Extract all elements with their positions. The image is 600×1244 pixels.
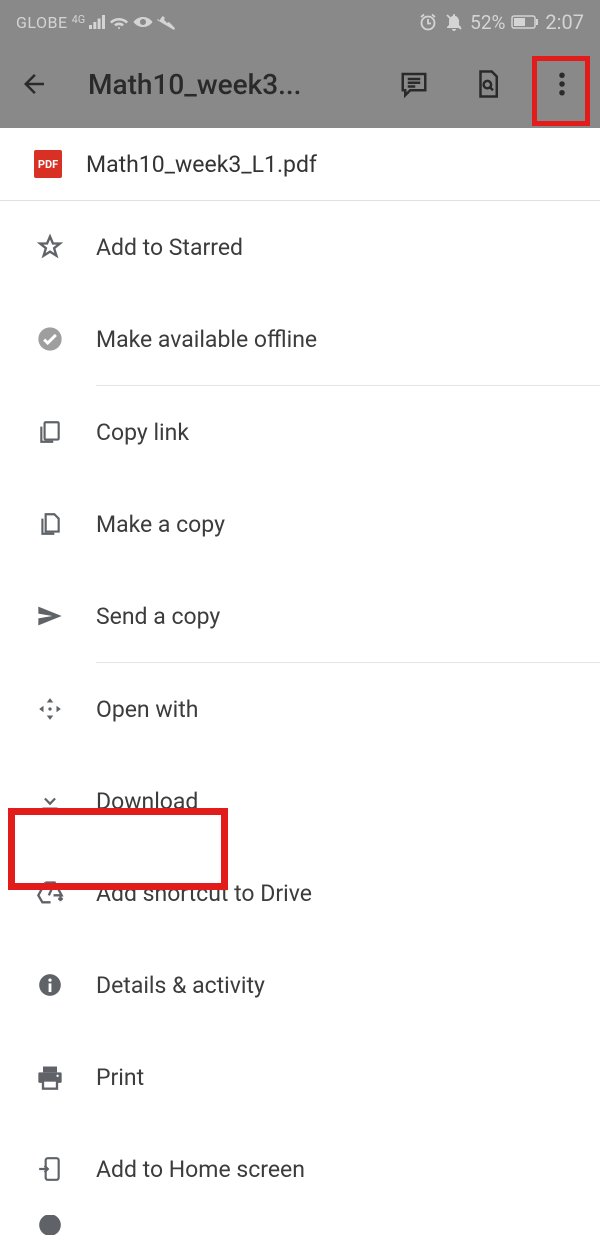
info-icon bbox=[34, 972, 66, 998]
signal-icon bbox=[89, 15, 105, 29]
find-button[interactable] bbox=[466, 62, 510, 106]
annotation-more-highlight bbox=[532, 56, 590, 126]
make-copy-icon bbox=[34, 511, 66, 537]
dimmed-background: GLOBE 4G 52% bbox=[0, 0, 600, 128]
menu-item-openwith[interactable]: Open with bbox=[0, 663, 600, 755]
menu-label: Make available offline bbox=[96, 326, 317, 353]
app-bar: Math10_week3... bbox=[0, 40, 600, 128]
menu-item-makecopy[interactable]: Make a copy bbox=[0, 478, 600, 570]
send-icon bbox=[34, 604, 66, 628]
network-type: 4G bbox=[72, 13, 86, 26]
menu-item-print[interactable]: Print bbox=[0, 1031, 600, 1123]
add-homescreen-icon bbox=[34, 1156, 66, 1182]
open-with-icon bbox=[34, 696, 66, 722]
generic-icon bbox=[34, 1215, 66, 1235]
options-menu: PDF Math10_week3_L1.pdf Add to Starred M… bbox=[0, 128, 600, 1235]
menu-item-homescreen[interactable]: Add to Home screen bbox=[0, 1123, 600, 1215]
offline-icon bbox=[34, 325, 66, 353]
appbar-title: Math10_week3... bbox=[88, 68, 384, 101]
status-bar: GLOBE 4G 52% bbox=[0, 0, 600, 40]
comments-button[interactable] bbox=[392, 62, 436, 106]
alarm-icon bbox=[418, 12, 438, 32]
back-button[interactable] bbox=[10, 62, 58, 106]
file-name: Math10_week3_L1.pdf bbox=[86, 151, 317, 178]
file-header: PDF Math10_week3_L1.pdf bbox=[0, 128, 600, 200]
star-icon bbox=[34, 233, 66, 261]
menu-label: Send a copy bbox=[96, 603, 220, 630]
menu-label: Details & activity bbox=[96, 972, 265, 999]
battery-percent: 52% bbox=[470, 11, 505, 34]
menu-item-copylink[interactable]: Copy link bbox=[0, 386, 600, 478]
menu-item-starred[interactable]: Add to Starred bbox=[0, 201, 600, 293]
mute-call-icon bbox=[157, 14, 175, 30]
menu-item-next[interactable] bbox=[0, 1215, 600, 1235]
clock-time: 2:07 bbox=[545, 10, 584, 34]
menu-label: Add to Starred bbox=[96, 234, 243, 261]
copy-link-icon bbox=[34, 419, 66, 445]
menu-label: Print bbox=[96, 1064, 144, 1091]
menu-item-details[interactable]: Details & activity bbox=[0, 939, 600, 1031]
annotation-download-highlight bbox=[8, 808, 228, 890]
menu-label: Make a copy bbox=[96, 511, 225, 538]
mute-notification-icon bbox=[444, 12, 464, 32]
print-icon bbox=[34, 1064, 66, 1090]
carrier-label: GLOBE bbox=[16, 13, 68, 32]
wifi-icon bbox=[109, 15, 129, 29]
battery-icon bbox=[511, 15, 539, 29]
menu-label: Copy link bbox=[96, 419, 189, 446]
pdf-icon: PDF bbox=[34, 150, 62, 178]
menu-item-sendcopy[interactable]: Send a copy bbox=[0, 570, 600, 662]
eye-icon bbox=[133, 15, 153, 29]
menu-label: Add to Home screen bbox=[96, 1156, 305, 1183]
menu-label: Open with bbox=[96, 696, 198, 723]
menu-item-offline[interactable]: Make available offline bbox=[0, 293, 600, 385]
